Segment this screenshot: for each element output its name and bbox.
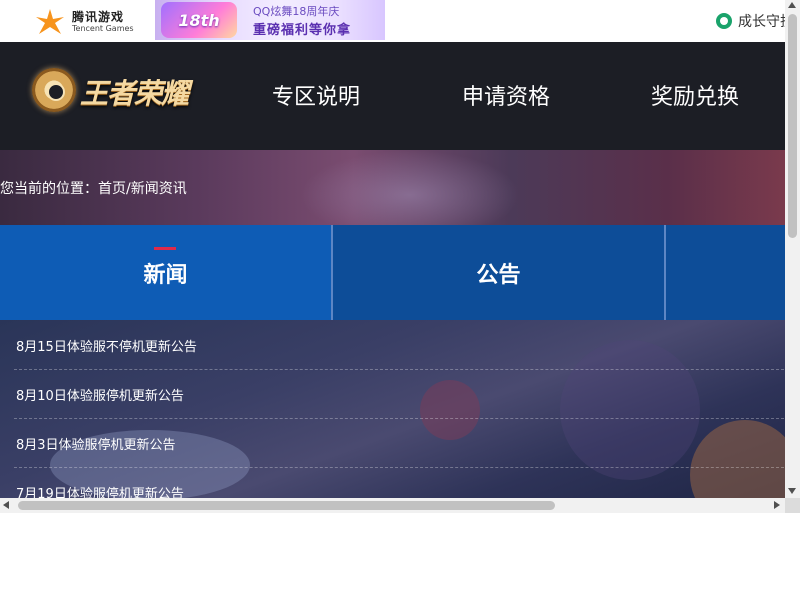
list-item[interactable]: 7月19日体验服停机更新公告 (14, 467, 784, 498)
breadcrumb: 您当前的位置：首页/新闻资讯 (0, 181, 187, 197)
growth-guard-icon (716, 13, 732, 29)
horizontal-scrollbar[interactable] (0, 498, 785, 513)
game-logo-text: 王者荣耀 (80, 77, 189, 110)
promo-line1: QQ炫舞18周年庆 (253, 5, 340, 18)
nav-item-zone-intro[interactable]: 专区说明 (272, 79, 360, 111)
scroll-left-icon[interactable] (3, 501, 9, 509)
news-title[interactable]: 8月3日体验服停机更新公告 (16, 434, 176, 453)
list-item[interactable]: 8月3日体验服停机更新公告 (14, 418, 784, 468)
list-item[interactable]: 8月10日体验服停机更新公告 (14, 369, 784, 419)
promo-line2: 重磅福利等你拿 (253, 23, 352, 38)
growth-guard-link[interactable]: 成长守护 (716, 11, 785, 31)
scroll-right-icon[interactable] (774, 501, 780, 509)
main-nav: 王者荣耀 专区说明 申请资格 奖励兑换 (0, 42, 785, 150)
tencent-star-icon (36, 9, 64, 34)
tab-third[interactable] (666, 225, 785, 320)
promo-badge: 18th (161, 2, 237, 38)
tab-news-label: 新闻 (143, 246, 188, 289)
vertical-scrollbar[interactable] (785, 0, 800, 498)
promo-banner[interactable]: 18th QQ炫舞18周年庆 重磅福利等你拿 (155, 0, 385, 40)
tencent-topbar: 腾讯游戏 Tencent Games 18th QQ炫舞18周年庆 重磅福利等你… (0, 0, 785, 42)
tab-notice-label: 公告 (476, 262, 521, 288)
vertical-scroll-thumb[interactable] (788, 14, 797, 238)
nav-item-eligibility[interactable]: 申请资格 (462, 79, 550, 111)
news-title[interactable]: 8月15日体验服不停机更新公告 (16, 336, 197, 355)
tab-news-text: 新闻 (143, 262, 188, 288)
page-viewport: 腾讯游戏 Tencent Games 18th QQ炫舞18周年庆 重磅福利等你… (0, 0, 785, 498)
tab-notice[interactable]: 公告 (333, 225, 664, 320)
growth-guard-label: 成长守护 (738, 14, 785, 30)
tencent-brand-name: 腾讯游戏 (72, 10, 125, 24)
news-title[interactable]: 8月10日体验服停机更新公告 (16, 385, 184, 404)
scrollbar-corner (785, 498, 800, 513)
tencent-brand-en: Tencent Games (72, 24, 134, 33)
scroll-down-icon[interactable] (788, 488, 796, 494)
tencent-games-logo[interactable]: 腾讯游戏 Tencent Games (34, 6, 134, 36)
news-list: 8月15日体验服不停机更新公告 8月10日体验服停机更新公告 8月3日体验服停机… (0, 320, 785, 498)
scroll-up-icon[interactable] (788, 2, 796, 8)
nav-item-rewards[interactable]: 奖励兑换 (651, 79, 739, 111)
tab-news[interactable]: 新闻 (0, 225, 331, 320)
breadcrumb-banner: 您当前的位置：首页/新闻资讯 (0, 150, 785, 225)
honor-of-kings-logo[interactable]: 王者荣耀 (32, 66, 202, 116)
game-emblem-icon (32, 68, 76, 112)
list-item[interactable]: 8月15日体验服不停机更新公告 (14, 320, 784, 370)
news-title[interactable]: 7月19日体验服停机更新公告 (16, 483, 184, 498)
horizontal-scroll-thumb[interactable] (18, 501, 555, 510)
news-tabs: 新闻 公告 (0, 225, 785, 320)
active-tab-indicator (154, 246, 177, 250)
